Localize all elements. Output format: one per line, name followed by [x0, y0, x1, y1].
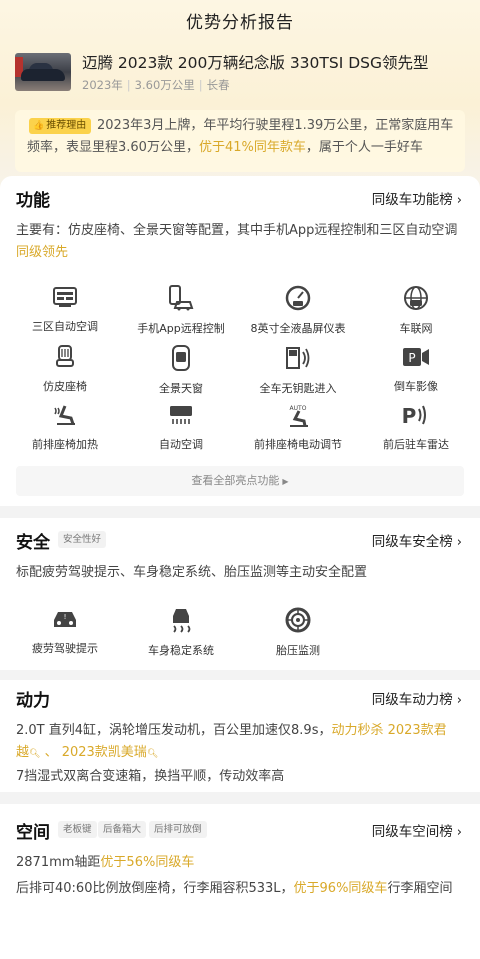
- triangle-right-icon: ▶: [282, 477, 289, 486]
- chevron-right-icon: ›: [456, 825, 462, 840]
- lcd-gauge-icon: [285, 285, 311, 311]
- phone-car-icon: [169, 285, 194, 311]
- power-desc-line1: 2.0T 直列4缸，涡轮增压发动机，百公里加速仅8.9s，动力秒杀 2023款君…: [16, 723, 447, 760]
- space-title: 空间: [16, 823, 50, 843]
- power-desc-line2: 7挡湿式双离合变速箱，换挡平顺，传动效率高: [16, 769, 285, 784]
- section-divider: [0, 670, 480, 680]
- feature-item[interactable]: 前排座椅加热: [5, 402, 125, 452]
- space-card: 空间 老板键 后备箱大 后排可放倒 同级车空间榜 › 2871mm轴距优于56%同…: [0, 804, 480, 959]
- safety-desc: 标配疲劳驾驶提示、车身稳定系统、胎压监测等主动安全配置: [16, 565, 368, 580]
- svg-text:P: P: [408, 351, 415, 365]
- features-rank-link[interactable]: 同级车功能榜 ›: [372, 188, 462, 208]
- reason-highlight: 优于41%同年款车: [198, 140, 306, 155]
- car-mileage: 3.60万公里: [134, 78, 195, 92]
- svg-text:P: P: [402, 404, 417, 428]
- tire-pressure-icon: [285, 607, 311, 633]
- chevron-right-icon: ›: [456, 693, 462, 708]
- space-desc-line2: 后排可40:60比例放倒座椅，行李厢容积533L，优于96%同级车行李厢空间: [16, 881, 453, 896]
- view-all-features-button[interactable]: 查看全部亮点功能 ▶: [16, 466, 464, 496]
- feature-item[interactable]: 手机App远程控制: [121, 284, 241, 336]
- safety-card: 安全 安全性好 同级车安全榜 › 标配疲劳驾驶提示、车身稳定系统、胎压监测等主动安…: [0, 518, 480, 670]
- feature-item[interactable]: 三区自动空调: [5, 284, 125, 334]
- car-city: 长春: [206, 78, 230, 92]
- safety-item[interactable]: 胎压监测: [238, 606, 358, 658]
- auto-ac-icon: [170, 406, 192, 424]
- chevron-right-icon: ›: [456, 193, 462, 208]
- features-desc: 主要有：仿皮座椅、全景天窗等配置，其中手机App远程控制和三区自动空调同级领先: [16, 223, 458, 260]
- chevron-right-icon: ›: [456, 535, 462, 550]
- sunroof-icon: [172, 345, 190, 371]
- reverse-camera-icon: P: [403, 348, 429, 366]
- seat-heat-icon: [54, 405, 75, 425]
- feature-item[interactable]: P 倒车影像: [356, 344, 476, 394]
- feature-item[interactable]: 自动空调: [121, 402, 241, 452]
- section-divider: [0, 794, 480, 804]
- fatigue-alert-icon: !: [54, 612, 76, 627]
- feature-item[interactable]: AUTO 前排座椅电动调节: [238, 402, 358, 452]
- feature-item[interactable]: 车联网: [356, 284, 476, 336]
- feature-item[interactable]: P 前后驻车雷达: [356, 402, 476, 452]
- safety-item[interactable]: ! 疲劳驾驶提示: [5, 606, 125, 656]
- power-rank-link[interactable]: 同级车动力榜 ›: [372, 688, 462, 708]
- stability-control-icon: [173, 609, 191, 633]
- ac-panel-icon: [53, 287, 77, 307]
- page-title: 优势分析报告: [186, 13, 294, 33]
- space-tag: 老板键: [58, 821, 97, 838]
- compare-link-camry[interactable]: 2023款凯美瑞: [62, 745, 147, 760]
- power-title: 动力: [16, 691, 50, 711]
- thumbs-up-icon: 👍: [33, 121, 45, 131]
- svg-text:!: !: [64, 613, 67, 621]
- recommend-badge: 👍 推荐理由: [29, 118, 92, 134]
- search-icon: 🔍︎: [29, 749, 41, 759]
- power-card: 动力 同级车动力榜 › 2.0T 直列4缸，涡轮增压发动机，百公里加速仅8.9s，…: [0, 680, 480, 792]
- features-card: 功能 同级车功能榜 › 主要有：仿皮座椅、全景天窗等配置，其中手机App远程控制和…: [0, 176, 480, 506]
- safety-item[interactable]: 车身稳定系统: [121, 606, 241, 658]
- car-meta: 2023年 | 3.60万公里 | 长春: [82, 78, 230, 92]
- compare-link-junyue[interactable]: 越: [16, 745, 29, 760]
- feature-item[interactable]: 8英寸全液晶屏仪表: [238, 284, 358, 336]
- features-title: 功能: [16, 191, 50, 211]
- car-name: 迈腾 2023款 200万辆纪念版 330TSI DSG领先型: [82, 54, 429, 72]
- space-desc-line1: 2871mm轴距优于56%同级车: [16, 855, 195, 870]
- keyless-entry-icon: [286, 347, 310, 369]
- feature-item[interactable]: 仿皮座椅: [5, 344, 125, 394]
- space-tag: 后排可放倒: [149, 821, 207, 838]
- space-tag: 后备箱大: [98, 821, 147, 838]
- seat-adjust-icon: AUTO: [290, 405, 308, 427]
- search-icon: 🔍︎: [146, 749, 159, 759]
- parking-radar-icon: P: [402, 404, 426, 428]
- space-rank-link[interactable]: 同级车空间榜 ›: [372, 820, 462, 840]
- safety-title: 安全: [16, 533, 50, 553]
- feature-item[interactable]: 全景天窗: [121, 344, 241, 396]
- car-year: 2023年: [82, 78, 123, 92]
- safety-rank-link[interactable]: 同级车安全榜 ›: [372, 530, 462, 550]
- recommend-reason-text: 2023年3月上牌，年平均行驶里程1.39万公里，正常家庭用车频率，表显里程3.…: [27, 118, 454, 155]
- leather-seat-icon: [56, 345, 74, 367]
- safety-tag: 安全性好: [58, 531, 107, 548]
- recommend-reason-box: 2023年3月上牌，年平均行驶里程1.39万公里，正常家庭用车频率，表显里程3.…: [15, 110, 465, 172]
- feature-item[interactable]: 全车无钥匙进入: [238, 344, 358, 396]
- connected-car-icon: [404, 286, 428, 310]
- section-divider: [0, 508, 480, 518]
- car-thumbnail[interactable]: [15, 53, 71, 91]
